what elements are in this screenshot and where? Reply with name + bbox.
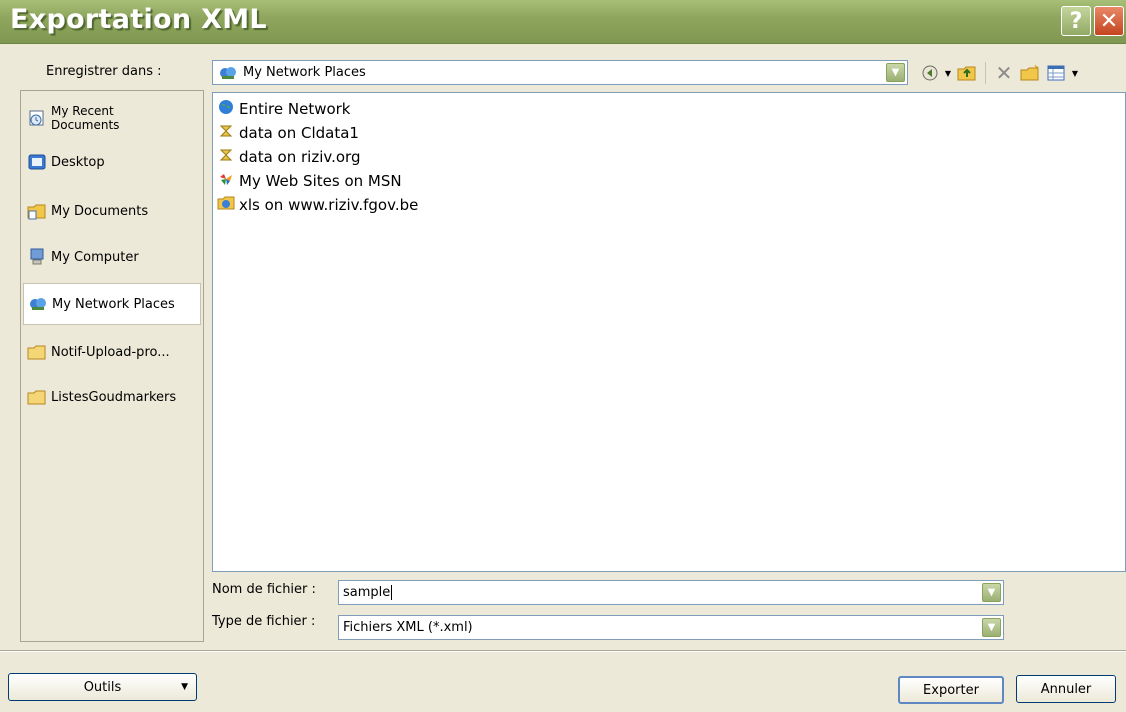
place-label: Desktop xyxy=(51,154,105,170)
list-item[interactable]: xls on www.riziv.fgov.be xyxy=(217,193,418,217)
export-button[interactable]: Exporter xyxy=(898,676,1004,704)
place-label: My Network Places xyxy=(52,296,175,312)
network-share-icon xyxy=(217,147,235,167)
my-computer-icon xyxy=(27,247,47,267)
globe-icon xyxy=(217,99,235,119)
place-label: My Documents xyxy=(51,203,149,219)
filetype-dropdown[interactable]: Fichiers XML (*.xml) ▼ xyxy=(338,615,1004,640)
divider xyxy=(0,650,1126,652)
filename-label: Nom de fichier : xyxy=(212,582,316,597)
help-icon: ? xyxy=(1069,8,1083,34)
place-my-recent-documents[interactable]: My Recent Documents xyxy=(23,97,201,139)
network-places-icon xyxy=(28,294,48,314)
msn-icon xyxy=(217,171,235,191)
list-item[interactable]: data on Cldata1 xyxy=(217,121,359,145)
file-name: My Web Sites on MSN xyxy=(239,172,402,190)
help-button[interactable]: ? xyxy=(1061,6,1091,36)
back-icon[interactable] xyxy=(920,62,940,84)
text-caret xyxy=(391,585,393,600)
web-folder-icon xyxy=(217,195,235,215)
up-folder-icon[interactable] xyxy=(956,62,978,84)
tools-button[interactable]: Outils ▼ xyxy=(8,673,197,701)
chevron-down-icon[interactable]: ▼ xyxy=(886,63,905,82)
dropdown-arrow-icon[interactable]: ▼ xyxy=(944,62,952,84)
views-dropdown-arrow-icon[interactable]: ▼ xyxy=(1071,62,1079,84)
save-in-dropdown[interactable]: My Network Places ▼ xyxy=(212,60,908,85)
place-label-line1: My Recent xyxy=(51,104,114,118)
views-icon[interactable] xyxy=(1045,62,1067,84)
filename-field[interactable]: sample ▼ xyxy=(338,580,1004,605)
window-title: Exportation XML xyxy=(10,4,267,35)
toolbar-separator xyxy=(985,62,986,84)
file-name: Entire Network xyxy=(239,100,351,118)
title-bar[interactable]: Exportation XML ? ✕ xyxy=(0,0,1126,44)
list-item[interactable]: data on riziv.org xyxy=(217,145,360,169)
export-button-label: Exporter xyxy=(923,682,979,698)
chevron-down-icon: ▼ xyxy=(181,682,188,692)
place-listes-goudmarkers[interactable]: ListesGoudmarkers xyxy=(23,376,201,418)
place-my-documents[interactable]: My Documents xyxy=(23,190,201,232)
save-in-label: Enregistrer dans : xyxy=(46,64,162,79)
place-desktop[interactable]: Desktop xyxy=(23,141,201,183)
file-list[interactable]: Entire Network data on Cldata1 data on r… xyxy=(212,92,1126,572)
list-item[interactable]: Entire Network xyxy=(217,97,351,121)
folder-icon xyxy=(27,342,47,362)
network-places-icon xyxy=(219,65,237,81)
close-icon: ✕ xyxy=(1099,8,1119,34)
filename-value: sample xyxy=(343,585,391,600)
file-name: data on riziv.org xyxy=(239,148,361,166)
place-notif-upload[interactable]: Notif-Upload-pro... xyxy=(23,331,201,373)
place-my-computer[interactable]: My Computer xyxy=(23,236,201,278)
chevron-down-icon[interactable]: ▼ xyxy=(982,583,1001,602)
places-bar: My Recent Documents Desktop My Documents … xyxy=(20,90,204,642)
tools-button-label: Outils xyxy=(83,679,122,695)
place-label: ListesGoudmarkers xyxy=(51,389,177,405)
cancel-button-label: Annuler xyxy=(1040,681,1092,697)
file-name: data on Cldata1 xyxy=(239,124,359,142)
place-my-network-places[interactable]: My Network Places xyxy=(23,283,201,325)
place-label: Notif-Upload-pro... xyxy=(51,344,170,360)
toolbar: ▼ ✕ ▼ xyxy=(920,60,1079,86)
delete-icon[interactable]: ✕ xyxy=(993,61,1015,85)
folder-icon xyxy=(27,387,47,407)
cancel-button[interactable]: Annuler xyxy=(1016,675,1116,703)
my-documents-icon xyxy=(27,201,47,221)
filetype-value: Fichiers XML (*.xml) xyxy=(343,620,473,635)
place-label: My Computer xyxy=(51,249,139,265)
file-name: xls on www.riziv.fgov.be xyxy=(239,196,419,214)
close-button[interactable]: ✕ xyxy=(1094,6,1124,36)
new-folder-icon[interactable] xyxy=(1019,62,1041,84)
desktop-icon xyxy=(27,152,47,172)
recent-documents-icon xyxy=(27,108,47,128)
chevron-down-icon[interactable]: ▼ xyxy=(982,618,1001,637)
network-share-icon xyxy=(217,123,235,143)
save-in-value: My Network Places xyxy=(243,65,366,80)
place-label: My Recent Documents xyxy=(51,104,119,132)
filetype-label: Type de fichier : xyxy=(212,614,316,629)
place-label-line2: Documents xyxy=(51,118,120,132)
list-item[interactable]: My Web Sites on MSN xyxy=(217,169,402,193)
